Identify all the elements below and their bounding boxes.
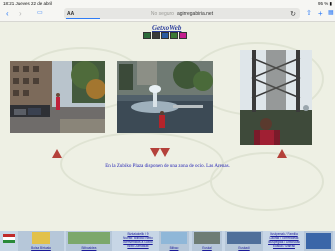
footer-cell-bilbao[interactable]: Bilbao xyxy=(159,231,189,251)
footer-cell-euskal[interactable]: Euskal xyxy=(192,231,222,251)
down-arrow-icon-1[interactable] xyxy=(150,148,160,157)
down-arrow-icon-2[interactable] xyxy=(160,148,170,157)
share-icon[interactable]: ⇧ xyxy=(306,8,312,19)
forward-icon[interactable]: › xyxy=(19,8,22,19)
url-text: agirregabiria.net xyxy=(176,10,214,17)
status-time: 18:21 Jueves 22 de abril xyxy=(3,0,53,6)
flag-icon[interactable] xyxy=(2,231,16,251)
nav-icon-1[interactable] xyxy=(143,32,151,39)
new-tab-icon[interactable]: + xyxy=(318,8,323,19)
footer-label-euskadi[interactable]: Euskadi xyxy=(225,246,263,250)
back-icon[interactable]: ‹ xyxy=(6,8,9,19)
left-arrow-icon[interactable] xyxy=(52,149,62,158)
footer-link-bar: Bolsa Birtuala Bilboaldea Bizkaiakelik /… xyxy=(0,231,335,251)
plaza-photo[interactable] xyxy=(117,61,213,133)
footer-label-bilbao[interactable]: Bilbao xyxy=(159,246,189,250)
nav-icon-4[interactable] xyxy=(170,32,178,39)
footer-link[interactable]: Bilbo Zarrakiak xyxy=(120,244,156,248)
footer-link[interactable]: Euskal / Izarrak xyxy=(266,244,302,248)
background-swirl xyxy=(210,152,324,211)
nav-icon-5[interactable] xyxy=(179,32,187,39)
nav-icons xyxy=(143,32,187,39)
footer-cell-euskadi[interactable]: Euskadi xyxy=(225,231,263,251)
site-logo[interactable]: GetxoWeb xyxy=(152,24,181,32)
security-label: No seguro xyxy=(150,10,174,17)
load-progress xyxy=(66,18,100,19)
footer-right-links: Itzulpenak / Familia Laurak / Torrebidea… xyxy=(266,232,302,248)
street-photo[interactable] xyxy=(10,61,105,133)
url-display[interactable]: No seguro agirregabiria.net xyxy=(64,11,300,17)
footer-mid-links: Bizkaiakelik / 9 Nuestr. Bilboko Netto B… xyxy=(120,232,156,248)
address-bar[interactable]: AA No seguro agirregabiria.net ↻ xyxy=(64,8,300,19)
footer-cell-bolsa[interactable]: Bolsa Birtuala xyxy=(18,231,64,251)
footer-label-euskal[interactable]: Euskal xyxy=(192,246,222,250)
footer-label-bolsa[interactable]: Bolsa Birtuala xyxy=(18,246,64,250)
tabs-icon[interactable]: ▦ xyxy=(328,8,334,19)
web-page: GetxoWeb En la Zubiko Plaza disponen de … xyxy=(0,22,335,251)
footer-cell-bilboaldea[interactable]: Bilboaldea xyxy=(66,231,112,251)
reload-icon[interactable]: ↻ xyxy=(290,10,296,18)
book-icon[interactable]: ▭ xyxy=(37,8,43,19)
page-caption: En la Zubiko Plaza disponen de una zona … xyxy=(105,164,230,169)
nav-icon-2[interactable] xyxy=(152,32,160,39)
footer-label-bilboaldea[interactable]: Bilboaldea xyxy=(66,246,112,250)
nav-icon-3[interactable] xyxy=(161,32,169,39)
right-arrow-icon[interactable] xyxy=(277,149,287,158)
tower-photo[interactable] xyxy=(240,50,312,145)
footer-cell-right[interactable] xyxy=(304,231,333,251)
browser-toolbar: ‹ › ▭ AA No seguro agirregabiria.net ↻ ⇧ … xyxy=(0,6,335,22)
